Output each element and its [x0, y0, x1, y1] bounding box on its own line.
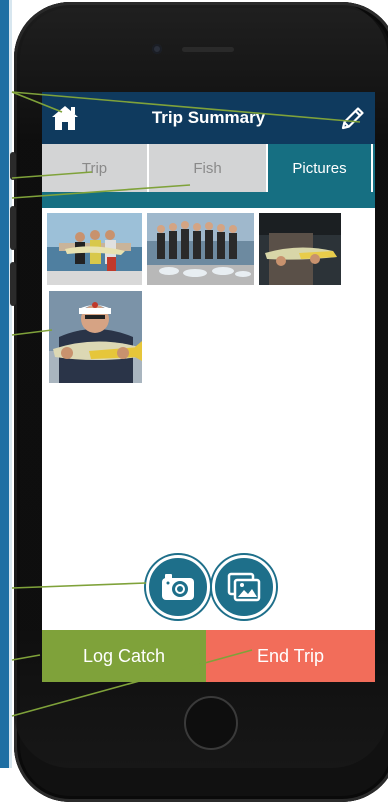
phone-home-button[interactable]	[184, 696, 238, 750]
page-title: Trip Summary	[151, 108, 266, 127]
volume-down-button	[10, 262, 16, 306]
app-screen: Trip Summary Trip Fish Pictures Log Catc…	[42, 92, 375, 682]
app-header: Trip Summary	[42, 92, 375, 144]
tab-bar: Trip Fish Pictures	[42, 144, 375, 208]
bottom-action-bar: Log Catch End Trip	[42, 630, 375, 682]
mute-switch	[10, 152, 16, 180]
photo-thumbnail[interactable]	[47, 213, 142, 285]
camera-button[interactable]	[146, 555, 210, 619]
camera-icon	[162, 574, 194, 600]
photo-grid	[42, 212, 375, 392]
annotation-strip-edge	[9, 0, 12, 768]
front-camera	[152, 44, 162, 54]
pencil-icon[interactable]	[339, 104, 367, 132]
tab-fish[interactable]: Fish	[149, 144, 266, 192]
tab-trip[interactable]: Trip	[42, 144, 147, 192]
annotation-strip	[0, 0, 9, 768]
gallery-button[interactable]	[212, 555, 276, 619]
photo-thumbnail[interactable]	[49, 291, 142, 383]
photo-gallery-icon	[227, 572, 261, 602]
earpiece-speaker	[182, 47, 234, 52]
end-trip-button[interactable]: End Trip	[206, 630, 375, 682]
volume-up-button	[10, 206, 16, 250]
log-catch-button[interactable]: Log Catch	[42, 630, 206, 682]
photo-thumbnail[interactable]	[147, 213, 254, 285]
photo-thumbnail[interactable]	[259, 213, 341, 285]
tab-pictures[interactable]: Pictures	[268, 144, 371, 192]
tab-divider	[371, 144, 373, 192]
